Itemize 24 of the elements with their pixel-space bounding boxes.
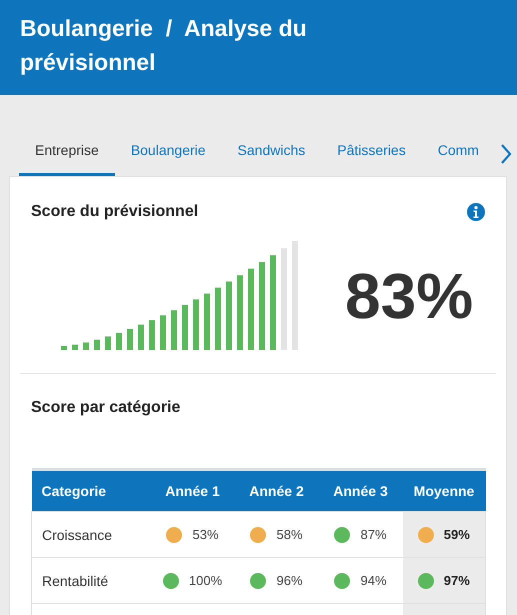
percent-value: 53%	[192, 527, 219, 542]
average-value: 97%	[444, 573, 470, 588]
column-header: Année 2	[234, 470, 318, 512]
tab[interactable]: Boulangerie	[114, 135, 222, 176]
column-header: Categorie	[32, 470, 150, 512]
tab[interactable]: Sandwichs	[222, 135, 322, 176]
average-value: 59%	[444, 527, 470, 542]
tab[interactable]: Pâtisseries	[321, 135, 422, 176]
section-title: Score par catégorie	[30, 398, 182, 417]
score-value: 83%	[345, 261, 474, 331]
percent-value: 100%	[188, 573, 222, 588]
column-header: Moyenne	[402, 470, 486, 512]
tab[interactable]: Comm	[422, 135, 495, 176]
percent-value: 96%	[276, 573, 303, 588]
table-cell: Croissance	[32, 512, 150, 558]
column-header: Année 1	[150, 470, 234, 512]
section-title: Score du prévisionnel	[31, 203, 198, 221]
info-icon[interactable]	[467, 203, 485, 221]
percent-value: 94%	[360, 573, 387, 588]
table-cell: Rentabilité	[32, 558, 150, 604]
column-header: Année 3	[318, 470, 402, 512]
page-title: Boulangerie / Analyse du prévisionnel	[20, 14, 308, 77]
percent-value: 87%	[360, 527, 387, 542]
percent-value: 58%	[276, 527, 303, 542]
